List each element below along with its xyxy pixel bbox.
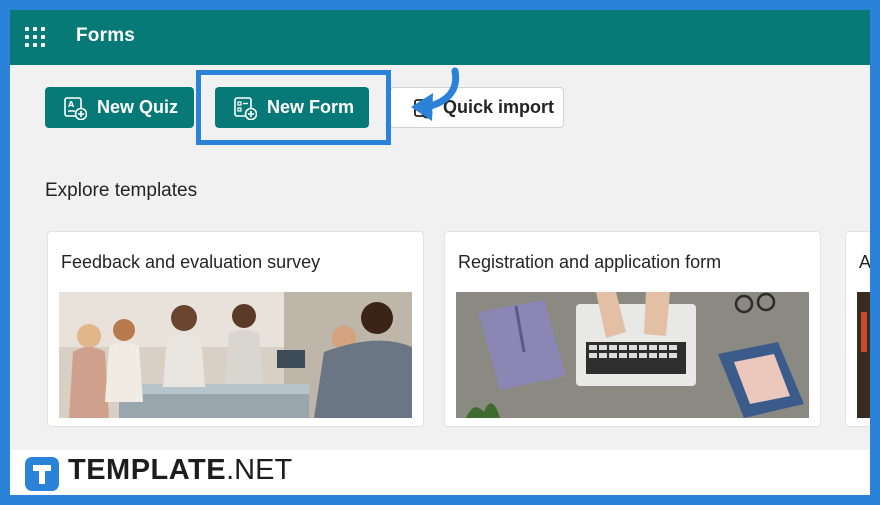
watermark-brand-bold: TEMPLATE (68, 454, 227, 486)
template-card-registration[interactable]: Registration and application form (444, 231, 821, 427)
template-card-title: Registration and application form (458, 252, 722, 272)
template-card-feedback[interactable]: Feedback and evaluation survey (47, 231, 424, 427)
app-title[interactable]: Forms (76, 25, 135, 47)
pointer-arrow-icon (411, 67, 460, 121)
template-card-title: A (859, 252, 870, 272)
app-launcher-icon[interactable] (25, 27, 45, 47)
quiz-icon: A (63, 96, 88, 120)
template-card-partial[interactable]: A (845, 231, 870, 427)
app-window: Forms A New Quiz New Form Quick import E… (10, 10, 870, 495)
template-logo-icon (25, 457, 59, 491)
people-meeting-photo (59, 292, 412, 418)
laptop-typing-photo (456, 292, 809, 418)
explore-templates-heading: Explore templates (45, 180, 198, 201)
watermark-brand-light: .NET (226, 454, 293, 486)
new-form-highlight-box (196, 70, 391, 145)
new-quiz-button[interactable]: A New Quiz (45, 87, 194, 128)
partial-photo (857, 292, 870, 418)
new-quiz-label: New Quiz (97, 97, 179, 117)
svg-text:A: A (68, 100, 75, 109)
template-card-title: Feedback and evaluation survey (61, 252, 321, 272)
top-bar: Forms (10, 10, 870, 65)
watermark-brand: TEMPLATE.NET (68, 454, 292, 487)
